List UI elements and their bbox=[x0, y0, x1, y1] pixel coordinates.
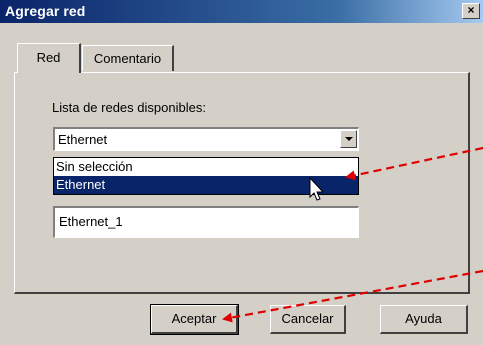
cancel-button[interactable]: Cancelar bbox=[270, 305, 346, 334]
title-bar: Agregar red × bbox=[0, 0, 483, 23]
dropdown-option-ethernet[interactable]: Ethernet bbox=[54, 176, 358, 194]
combobox-value: Ethernet bbox=[58, 132, 108, 147]
tab-comentario-label: Comentario bbox=[93, 51, 162, 66]
tab-red[interactable]: Red bbox=[17, 43, 81, 73]
close-button[interactable]: × bbox=[462, 3, 480, 19]
network-dropdown-list: Sin selección Ethernet bbox=[53, 157, 359, 195]
network-list-label: Lista de redes disponibles: bbox=[52, 100, 206, 115]
accept-button[interactable]: Aceptar bbox=[150, 304, 239, 335]
network-combobox[interactable]: Ethernet bbox=[53, 127, 359, 151]
network-name-value: Ethernet_1 bbox=[59, 214, 123, 229]
tab-comentario[interactable]: Comentario bbox=[82, 45, 174, 71]
close-icon: × bbox=[467, 3, 475, 17]
dropdown-option-sin-seleccion[interactable]: Sin selección bbox=[54, 158, 358, 176]
window-title: Agregar red bbox=[5, 3, 86, 19]
network-name-input[interactable]: Ethernet_1 bbox=[53, 206, 359, 238]
tab-red-label: Red bbox=[36, 50, 61, 65]
help-button[interactable]: Ayuda bbox=[380, 305, 468, 334]
chevron-down-icon[interactable] bbox=[340, 130, 357, 148]
